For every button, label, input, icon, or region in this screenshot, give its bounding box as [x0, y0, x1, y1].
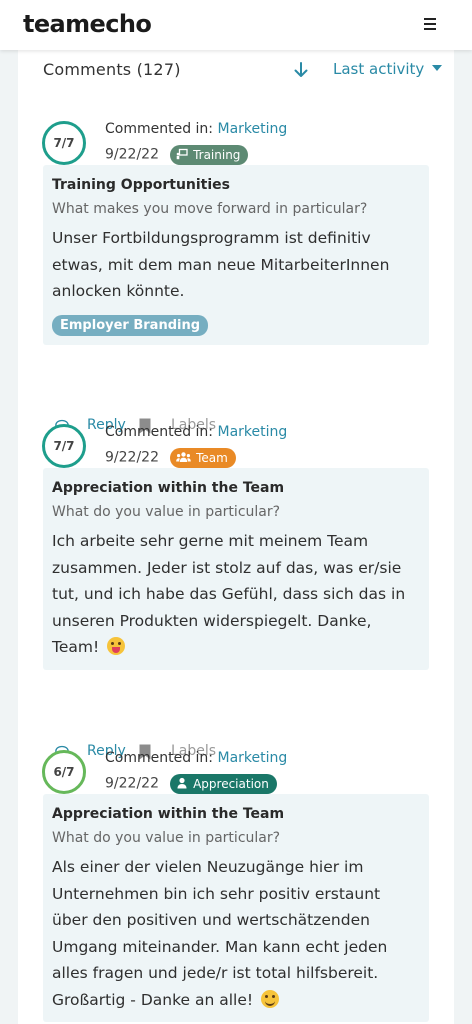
caret-down-icon [432, 65, 443, 71]
training-board-icon [176, 148, 188, 159]
score-ring: 6/7 [42, 750, 86, 794]
comment-date-row: 9/22/22 Appreciation [105, 773, 277, 794]
commented-in-label: Commented in: [105, 121, 214, 137]
comment-date-row: 9/22/22 Training [105, 144, 249, 165]
comment-text-content: Als einer der vielen Neuzugänge hier im … [52, 858, 388, 1009]
comments-panel: Comments (127) Last activity 7/7 Comment… [18, 50, 454, 1024]
sort-label: Last activity [333, 60, 425, 78]
comment-text: Ich arbeite sehr gerne mit meinem Team z… [52, 528, 420, 661]
comment-date: 9/22/22 [105, 146, 159, 163]
hamburger-menu-icon[interactable] [422, 16, 440, 32]
comment-meta: Commented in: Marketing [105, 121, 287, 137]
comment-card: Appreciation within the Team What do you… [43, 468, 429, 670]
comment-topic: Training Opportunities [52, 177, 231, 193]
topic-tag-label: Training [193, 147, 241, 162]
commented-in-label: Commented in: [105, 750, 214, 766]
channel-link[interactable]: Marketing [217, 121, 287, 137]
comment-topic: Appreciation within the Team [52, 480, 285, 496]
comment-question: What makes you move forward in particula… [52, 201, 368, 217]
comment-date-row: 9/22/22 Team [105, 447, 236, 468]
comment-text: Als einer der vielen Neuzugänge hier im … [52, 854, 420, 1013]
comments-header: Comments (127) Last activity [43, 60, 443, 82]
comment-date: 9/22/22 [105, 775, 159, 792]
topic-tag[interactable]: Appreciation [170, 773, 277, 794]
app-logo[interactable]: teamecho [23, 10, 152, 38]
comment-date: 9/22/22 [105, 449, 159, 466]
topic-tag[interactable]: Team [170, 447, 236, 468]
users-icon [176, 451, 191, 462]
score-ring: 7/7 [42, 121, 86, 165]
channel-link[interactable]: Marketing [217, 750, 287, 766]
arrow-down-icon[interactable] [291, 60, 311, 80]
smile-emoji [261, 989, 280, 1008]
topic-tag-label: Appreciation [193, 776, 269, 791]
comment-card: Appreciation within the Team What do you… [43, 794, 429, 1022]
comment-card: Training Opportunities What makes you mo… [43, 165, 429, 345]
commented-in-label: Commented in: [105, 424, 214, 440]
comment-question: What do you value in particular? [52, 830, 281, 846]
comments-count-title: Comments (127) [43, 60, 181, 79]
tongue-out-emoji [107, 637, 126, 655]
topic-tag[interactable]: Training [170, 144, 249, 165]
comment-label-pill[interactable]: Employer Branding [52, 314, 209, 336]
score-ring: 7/7 [42, 424, 86, 468]
comment-text: Unser Fortbildungsprogramm ist definitiv… [52, 229, 390, 300]
comment-meta: Commented in: Marketing [105, 424, 287, 440]
sort-dropdown[interactable]: Last activity [333, 60, 443, 78]
comment-question: What do you value in particular? [52, 504, 281, 520]
topic-tag-label: Team [196, 450, 228, 465]
comment-meta: Commented in: Marketing [105, 750, 287, 766]
top-bar: teamecho [0, 0, 472, 50]
comment-topic: Appreciation within the Team [52, 806, 285, 822]
comment-text-content: Ich arbeite sehr gerne mit meinem Team z… [52, 532, 406, 656]
medal-icon [177, 777, 187, 788]
channel-link[interactable]: Marketing [217, 424, 287, 440]
